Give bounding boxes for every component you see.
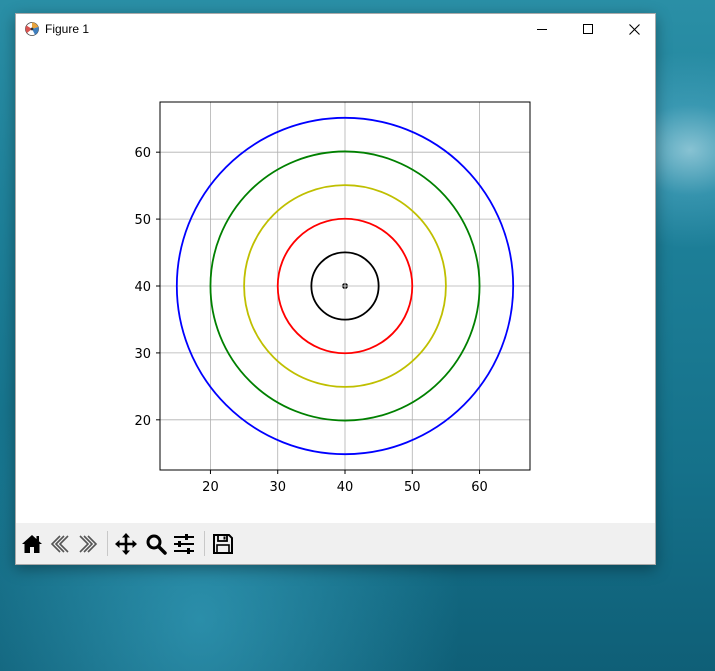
- pan-button[interactable]: [114, 532, 138, 556]
- back-arrow-icon: [50, 535, 69, 553]
- zoom-icon: [146, 534, 167, 555]
- save-button[interactable]: [211, 532, 235, 556]
- minimize-button[interactable]: [519, 14, 565, 44]
- save-icon: [213, 534, 233, 554]
- y-tick-label: 50: [134, 213, 151, 228]
- figure-canvas[interactable]: 20 30 40 50 60 20 30 40 50 60: [16, 44, 655, 523]
- close-icon: [628, 23, 640, 35]
- matplotlib-app-icon: [24, 21, 40, 37]
- x-tick-label: 20: [202, 480, 219, 495]
- maximize-icon: [583, 24, 593, 34]
- plot-svg: 20 30 40 50 60 20 30 40 50 60: [134, 101, 531, 495]
- x-tick-label: 30: [269, 480, 286, 495]
- navigation-toolbar: [16, 523, 655, 564]
- forward-button[interactable]: [76, 532, 100, 556]
- forward-arrow-icon: [79, 535, 98, 553]
- x-tick-label: 60: [471, 480, 488, 495]
- ticks: 20 30 40 50 60 20 30 40 50 60: [134, 146, 487, 495]
- pan-icon: [115, 533, 137, 555]
- window-title: Figure 1: [45, 22, 90, 36]
- home-button[interactable]: [20, 532, 44, 556]
- toolbar-separator: [107, 531, 108, 556]
- x-tick-label: 50: [404, 480, 421, 495]
- y-tick-label: 30: [134, 347, 151, 362]
- y-tick-label: 40: [134, 280, 151, 295]
- title-bar[interactable]: Figure 1: [16, 14, 655, 44]
- zoom-button[interactable]: [144, 532, 168, 556]
- y-tick-label: 20: [134, 414, 151, 429]
- y-tick-label: 60: [134, 146, 151, 161]
- minimize-icon: [537, 29, 547, 30]
- back-button[interactable]: [48, 532, 72, 556]
- toolbar-separator: [204, 531, 205, 556]
- configure-subplots-button[interactable]: [172, 532, 196, 556]
- maximize-button[interactable]: [565, 14, 611, 44]
- center-marker-group: [342, 283, 348, 289]
- home-icon: [22, 535, 42, 553]
- x-tick-label: 40: [337, 480, 354, 495]
- figure-window: Figure 1 20 30 40 50 60 20 30 40 50 60: [15, 13, 656, 565]
- sliders-icon: [174, 534, 194, 554]
- close-button[interactable]: [611, 14, 657, 44]
